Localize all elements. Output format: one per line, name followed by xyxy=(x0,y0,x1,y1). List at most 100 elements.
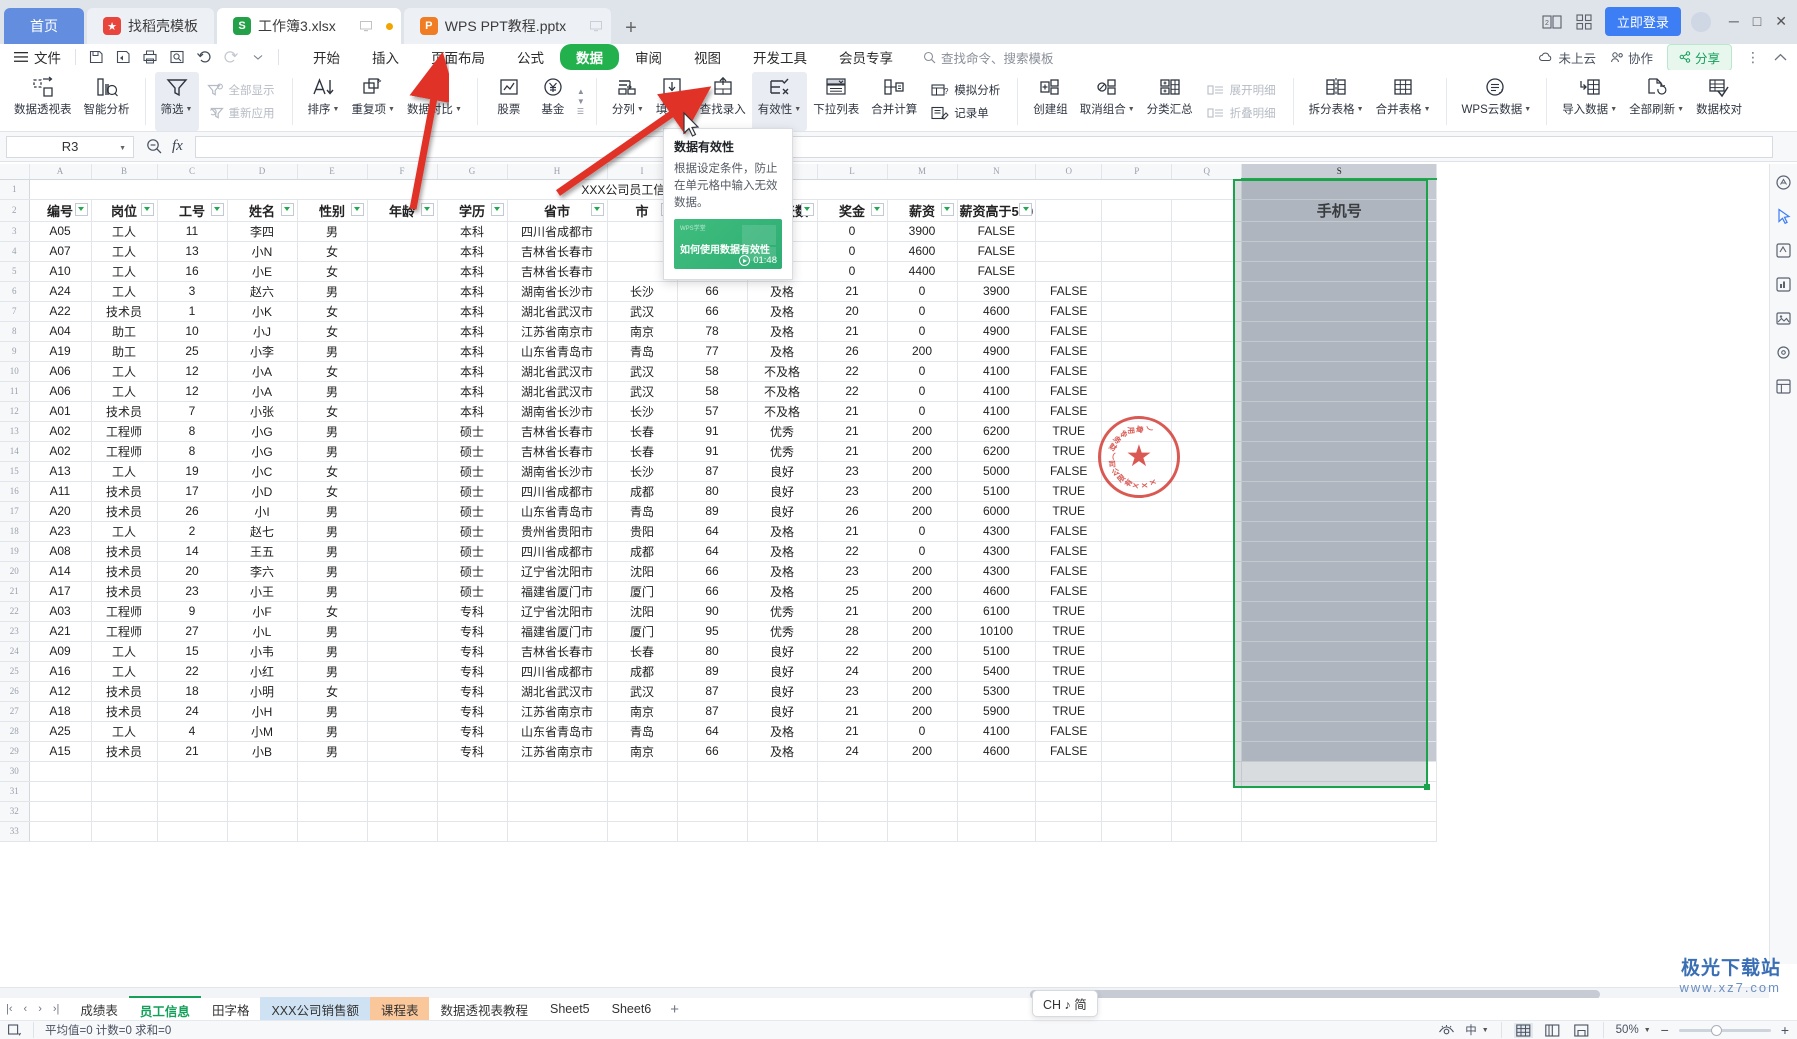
cell-r12c9[interactable]: 长沙 xyxy=(607,401,678,422)
selected-col-cell-r23[interactable] xyxy=(1241,621,1438,642)
cell-r30c8[interactable] xyxy=(507,761,608,782)
cell-r21c11[interactable]: 及格 xyxy=(747,581,818,602)
cell-r5c3[interactable]: 16 xyxy=(157,261,228,282)
sheet-title-cell[interactable]: XXX公司员工信息表 xyxy=(29,179,1243,200)
cell-r17c7[interactable]: 硕士 xyxy=(437,501,508,522)
cell-r25c11[interactable]: 良好 xyxy=(747,661,818,682)
cell-r9c2[interactable]: 助工 xyxy=(91,341,158,362)
cell-r23c11[interactable]: 优秀 xyxy=(747,621,818,642)
cell-r23c15[interactable]: TRUE xyxy=(1035,621,1103,642)
cell-r10c7[interactable]: 本科 xyxy=(437,361,508,382)
duplicates-button[interactable]: 重复项 ▼ xyxy=(346,72,401,131)
cell-r29c15[interactable]: FALSE xyxy=(1035,741,1103,762)
cell-r28c8[interactable]: 山东省青岛市 xyxy=(507,721,608,742)
cell-r11c12[interactable]: 22 xyxy=(817,381,888,402)
cell-r10c6[interactable] xyxy=(367,361,438,382)
cell-r24c14[interactable]: 5100 xyxy=(957,641,1037,662)
cell-r7c8[interactable]: 湖北省武汉市 xyxy=(507,301,608,322)
language-selector[interactable]: 中 ▼ xyxy=(1465,1022,1488,1038)
cell-r33c14[interactable] xyxy=(957,821,1037,842)
grid-apps-icon[interactable] xyxy=(1573,12,1595,32)
cell-r3c4[interactable]: 李四 xyxy=(227,221,298,242)
save-as-icon[interactable] xyxy=(111,46,135,68)
smart-analysis-button[interactable]: 智能分析 xyxy=(78,72,136,131)
cell-r5c17[interactable] xyxy=(1171,261,1243,282)
cell-r13c17[interactable] xyxy=(1171,421,1243,442)
cell-r32c1[interactable] xyxy=(29,801,92,822)
select-all-icon[interactable] xyxy=(8,1023,22,1037)
row-header-33[interactable]: 33 xyxy=(0,821,30,842)
cell-r22c11[interactable]: 优秀 xyxy=(747,601,818,622)
cell-r13c4[interactable]: 小G xyxy=(227,421,298,442)
cell-r9c10[interactable]: 77 xyxy=(677,341,748,362)
cell-r32c14[interactable] xyxy=(957,801,1037,822)
cell-r8c1[interactable]: A04 xyxy=(29,321,92,342)
cell-r21c1[interactable]: A17 xyxy=(29,581,92,602)
cell-r7c9[interactable]: 武汉 xyxy=(607,301,678,322)
table-row[interactable]: 13 A02 工程师 8 小G 男 硕士 吉林省长春市 长春 91 优秀 21 200 6200 TRUE xyxy=(0,421,1438,442)
cell-r11c10[interactable]: 58 xyxy=(677,381,748,402)
cell-r8c2[interactable]: 助工 xyxy=(91,321,158,342)
header-cell-1[interactable]: 编号 xyxy=(29,199,92,222)
cell-r13c14[interactable]: 6200 xyxy=(957,421,1037,442)
cell-r33c10[interactable] xyxy=(677,821,748,842)
cell-r21c6[interactable] xyxy=(367,581,438,602)
cell-r15c7[interactable]: 硕士 xyxy=(437,461,508,482)
row-header-13[interactable]: 13 xyxy=(0,421,30,442)
row-header-12[interactable]: 12 xyxy=(0,401,30,422)
cell-r31c2[interactable] xyxy=(91,781,158,802)
cell-r13c6[interactable] xyxy=(367,421,438,442)
cell-r26c10[interactable]: 87 xyxy=(677,681,748,702)
cell-r27c3[interactable]: 24 xyxy=(157,701,228,722)
normal-view-button[interactable] xyxy=(1513,1022,1533,1038)
cell-r26c15[interactable]: TRUE xyxy=(1035,681,1103,702)
cell-r15c4[interactable]: 小C xyxy=(227,461,298,482)
cell-r31c16[interactable] xyxy=(1101,781,1173,802)
cell-r19c13[interactable]: 0 xyxy=(887,541,958,562)
cell-r14c14[interactable]: 6200 xyxy=(957,441,1037,462)
prev-sheet-icon[interactable]: ‹ xyxy=(24,1003,28,1015)
cell-r24c6[interactable] xyxy=(367,641,438,662)
minimize-button[interactable]: ─ xyxy=(1729,13,1739,30)
cell-r14c7[interactable]: 硕士 xyxy=(437,441,508,462)
cell-r19c12[interactable]: 22 xyxy=(817,541,888,562)
cell-r23c1[interactable]: A21 xyxy=(29,621,92,642)
selected-col-cell-1[interactable] xyxy=(1241,179,1438,200)
cell-r29c11[interactable]: 及格 xyxy=(747,741,818,762)
cell-r5c16[interactable] xyxy=(1101,261,1173,282)
selected-col-cell-r7[interactable] xyxy=(1241,301,1438,322)
cell-r32c7[interactable] xyxy=(437,801,508,822)
tab-data[interactable]: 数据 xyxy=(560,44,619,70)
cell-r14c15[interactable]: TRUE xyxy=(1035,441,1103,462)
cell-r8c8[interactable]: 江苏省南京市 xyxy=(507,321,608,342)
cell-r18c7[interactable]: 硕士 xyxy=(437,521,508,542)
cell-r25c8[interactable]: 四川省成都市 xyxy=(507,661,608,682)
cell-r6c5[interactable]: 男 xyxy=(297,281,368,302)
cell-r29c2[interactable]: 技术员 xyxy=(91,741,158,762)
header-cell-5[interactable]: 性别 xyxy=(297,199,368,222)
cell-r30c14[interactable] xyxy=(957,761,1037,782)
cell-r22c15[interactable]: TRUE xyxy=(1035,601,1103,622)
row-header-3[interactable]: 3 xyxy=(0,221,30,242)
cell-r23c5[interactable]: 男 xyxy=(297,621,368,642)
cell-r15c9[interactable]: 长沙 xyxy=(607,461,678,482)
cell-r18c2[interactable]: 工人 xyxy=(91,521,158,542)
cell-r17c15[interactable]: TRUE xyxy=(1035,501,1103,522)
cell-r24c17[interactable] xyxy=(1171,641,1243,662)
cell-r20c17[interactable] xyxy=(1171,561,1243,582)
cell-r33c15[interactable] xyxy=(1035,821,1103,842)
cell-r11c6[interactable] xyxy=(367,381,438,402)
filter-dropdown-6[interactable] xyxy=(420,202,434,216)
record-form-button[interactable]: 记录单 xyxy=(927,103,1004,123)
zoom-out-icon[interactable] xyxy=(146,138,163,155)
tab-wps-ppt-tutorial[interactable]: P WPS PPT教程.pptx xyxy=(403,8,612,44)
cell-r25c1[interactable]: A16 xyxy=(29,661,92,682)
cell-r27c16[interactable] xyxy=(1101,701,1173,722)
cell-r12c17[interactable] xyxy=(1171,401,1243,422)
cell-r30c6[interactable] xyxy=(367,761,438,782)
cell-r29c5[interactable]: 男 xyxy=(297,741,368,762)
consolidate-button[interactable]: 合并计算 xyxy=(865,72,923,131)
cell-r18c11[interactable]: 及格 xyxy=(747,521,818,542)
cell-r28c10[interactable]: 64 xyxy=(677,721,748,742)
row-header-27[interactable]: 27 xyxy=(0,701,30,722)
